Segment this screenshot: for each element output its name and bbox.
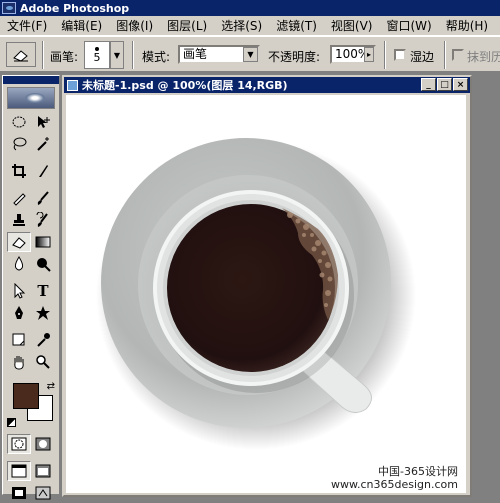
- separator: [444, 41, 446, 69]
- brush-tool-icon[interactable]: [31, 188, 55, 208]
- history-brush-tool-icon[interactable]: [31, 210, 55, 230]
- toolbox: T ⇄: [2, 75, 60, 500]
- opacity-label: 不透明度:: [268, 50, 321, 64]
- photoshop-icon: [2, 2, 16, 14]
- menu-bar: 文件(F) 编辑(E) 图像(I) 图层(L) 选择(S) 滤镜(T) 视图(V…: [0, 16, 500, 36]
- color-swatches: ⇄: [7, 381, 55, 427]
- zoom-tool-icon[interactable]: [31, 352, 55, 372]
- clone-stamp-tool-icon[interactable]: [7, 210, 31, 230]
- eyedropper-tool-icon[interactable]: [31, 330, 55, 350]
- tool-preset-button[interactable]: [6, 42, 36, 67]
- jump-to-imageready-icon[interactable]: [31, 483, 55, 503]
- slice-tool-icon[interactable]: [31, 161, 55, 181]
- erase-history-checkbox[interactable]: [452, 49, 464, 61]
- pen-tool-icon[interactable]: [7, 303, 31, 323]
- menu-edit[interactable]: 编辑(E): [54, 17, 109, 34]
- menu-select[interactable]: 选择(S): [214, 17, 269, 34]
- brush-label: 画笔:: [50, 50, 79, 64]
- marquee-tool-icon[interactable]: [7, 112, 31, 132]
- notes-tool-icon[interactable]: [7, 330, 31, 350]
- chevron-right-icon: ▸: [364, 47, 374, 62]
- erase-history-label: 抹到历: [467, 50, 500, 64]
- menu-window[interactable]: 窗口(W): [379, 17, 438, 34]
- document-window: 未标题-1.psd @ 100%(图层 14,RGB) _ □ × 中国-365…: [62, 75, 472, 497]
- mode-select[interactable]: 画笔 ▼: [178, 45, 260, 64]
- watermark-line1: 中国-365设计网: [378, 465, 458, 478]
- menu-help[interactable]: 帮助(H): [439, 17, 495, 34]
- gradient-tool-icon[interactable]: [31, 232, 55, 252]
- hand-tool-icon[interactable]: [7, 352, 31, 372]
- app-titlebar: Adobe Photoshop: [0, 0, 500, 16]
- opacity-input[interactable]: 100% ▸: [330, 45, 376, 64]
- mode-label: 模式:: [142, 50, 171, 64]
- close-button[interactable]: ×: [453, 78, 468, 91]
- toolbox-titlebar[interactable]: [3, 76, 59, 84]
- eraser-icon: [13, 49, 28, 62]
- minimize-button[interactable]: _: [421, 78, 436, 91]
- options-bar: 画笔: 5 ▼ 模式: 画笔 ▼ 不透明度: 100% ▸ 湿边 抹到历: [0, 36, 500, 72]
- magic-wand-tool-icon[interactable]: [31, 134, 55, 154]
- menu-file[interactable]: 文件(F): [0, 17, 54, 34]
- standard-mode-icon[interactable]: [7, 434, 31, 454]
- quick-mask-mode-icon[interactable]: [31, 434, 55, 454]
- default-colors-icon[interactable]: [7, 418, 16, 427]
- watermark-line2: www.cn365design.com: [331, 478, 458, 491]
- app-title: Adobe Photoshop: [20, 1, 130, 15]
- eraser-tool-icon[interactable]: [7, 232, 31, 252]
- adobe-eye-logo[interactable]: [7, 87, 55, 109]
- path-selection-tool-icon[interactable]: [7, 281, 31, 301]
- chevron-down-icon: ▼: [243, 47, 258, 62]
- full-screen-mode-icon[interactable]: [7, 483, 31, 503]
- maximize-button[interactable]: □: [437, 78, 452, 91]
- image-canvas[interactable]: 中国-365设计网 www.cn365design.com: [66, 95, 466, 493]
- brush-dot-icon: [95, 46, 99, 51]
- menu-view[interactable]: 视图(V): [324, 17, 380, 34]
- blur-tool-icon[interactable]: [7, 254, 31, 274]
- document-title: 未标题-1.psd @ 100%(图层 14,RGB): [82, 79, 288, 92]
- healing-brush-tool-icon[interactable]: [7, 188, 31, 208]
- lasso-tool-icon[interactable]: [7, 134, 31, 154]
- move-tool-icon[interactable]: [31, 112, 55, 132]
- watermark: 中国-365设计网 www.cn365design.com: [331, 465, 458, 491]
- menu-image[interactable]: 图像(I): [109, 17, 160, 34]
- standard-screen-mode-icon[interactable]: [7, 461, 31, 481]
- wet-edges-label: 湿边: [410, 50, 435, 64]
- brush-dropdown-button[interactable]: ▼: [110, 41, 124, 69]
- crop-tool-icon[interactable]: [7, 161, 31, 181]
- wet-edges-checkbox[interactable]: [394, 49, 406, 61]
- brush-size: 5: [93, 50, 101, 64]
- type-tool-icon[interactable]: T: [31, 281, 55, 301]
- menu-filter[interactable]: 滤镜(T): [269, 17, 324, 34]
- custom-shape-tool-icon[interactable]: [31, 303, 55, 323]
- mode-value: 画笔: [183, 47, 208, 61]
- foreground-color-swatch[interactable]: [13, 383, 39, 409]
- brush-preview[interactable]: 5: [84, 41, 110, 69]
- document-titlebar[interactable]: 未标题-1.psd @ 100%(图层 14,RGB) _ □ ×: [64, 77, 470, 93]
- separator: [42, 41, 44, 69]
- swap-colors-icon[interactable]: ⇄: [47, 381, 55, 392]
- separator: [384, 41, 386, 69]
- menu-layer[interactable]: 图层(L): [160, 17, 214, 34]
- full-screen-menu-mode-icon[interactable]: [31, 461, 55, 481]
- separator: [132, 41, 134, 69]
- document-icon: [67, 79, 78, 91]
- coffee-cup-image: [96, 138, 416, 450]
- dodge-tool-icon[interactable]: [31, 254, 55, 274]
